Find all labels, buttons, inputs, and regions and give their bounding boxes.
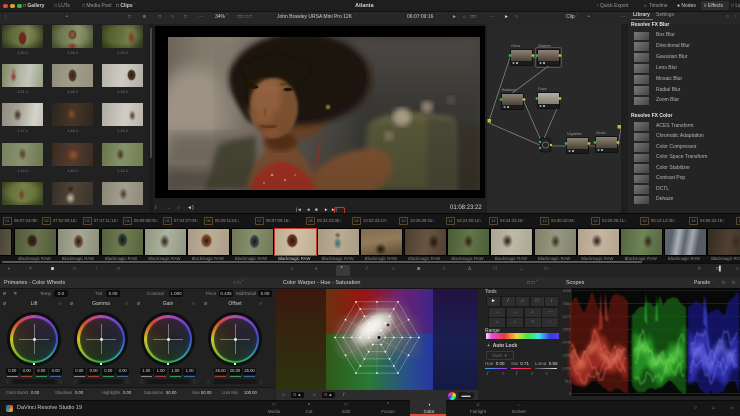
svg-text:2560: 2560 xyxy=(563,328,571,332)
svg-text:3584: 3584 xyxy=(563,302,571,306)
svg-text:512: 512 xyxy=(565,379,571,383)
svg-text:4096: 4096 xyxy=(563,289,571,293)
svg-text:Balance: Balance xyxy=(502,87,517,92)
svg-text:Grain: Grain xyxy=(596,130,606,135)
svg-text:1024: 1024 xyxy=(563,366,571,370)
svg-text:3072: 3072 xyxy=(563,315,571,319)
svg-text:Vignette: Vignette xyxy=(567,131,582,136)
svg-text:2048: 2048 xyxy=(563,341,571,345)
svg-text:1536: 1536 xyxy=(563,354,571,358)
svg-text:0: 0 xyxy=(569,392,571,396)
svg-text:Face: Face xyxy=(538,86,548,91)
svg-text:Glow: Glow xyxy=(511,43,520,48)
